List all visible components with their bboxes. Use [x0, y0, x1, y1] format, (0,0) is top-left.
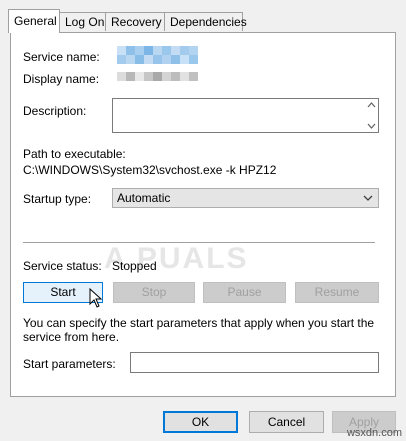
startup-type-label: Startup type:	[23, 192, 92, 206]
description-label: Description:	[23, 104, 87, 118]
start-parameters-help-text: You can specify the start parameters tha…	[23, 316, 375, 344]
stop-button[interactable]: Stop	[113, 282, 195, 303]
startup-type-value: Automatic	[117, 191, 171, 205]
site-watermark: wsxdn.com	[346, 427, 402, 439]
description-textbox[interactable]	[112, 98, 379, 133]
display-name-label: Display name:	[23, 72, 100, 86]
separator	[23, 242, 375, 243]
mouse-pointer-icon	[89, 288, 103, 308]
startup-type-dropdown[interactable]: Automatic	[112, 188, 379, 208]
tab-recovery[interactable]: Recovery	[105, 12, 165, 31]
path-to-executable-label: Path to executable:	[23, 147, 126, 161]
service-name-value-redacted	[117, 46, 198, 64]
service-status-value: Stopped	[112, 259, 157, 273]
general-tab-panel: Service name: Display name: Description:…	[10, 32, 396, 397]
display-name-value-redacted	[117, 72, 198, 81]
chevron-down-icon[interactable]	[362, 192, 374, 204]
tab-log-on[interactable]: Log On	[59, 12, 106, 31]
start-parameters-input[interactable]	[130, 352, 379, 373]
service-name-label: Service name:	[23, 50, 100, 64]
tab-general[interactable]: General	[8, 9, 60, 33]
tab-dependencies[interactable]: Dependencies	[164, 12, 247, 31]
scroll-up-icon[interactable]	[367, 101, 376, 109]
path-to-executable-value: C:\WINDOWS\System32\svchost.exe -k HPZ12	[23, 163, 277, 177]
cancel-button[interactable]: Cancel	[249, 411, 324, 433]
pause-button[interactable]: Pause	[203, 282, 286, 303]
service-status-label: Service status:	[23, 259, 102, 273]
start-parameters-label: Start parameters:	[23, 357, 116, 371]
resume-button[interactable]: Resume	[295, 282, 379, 303]
tab-strip: General Log On Recovery Dependencies	[0, 0, 406, 33]
scroll-down-icon[interactable]	[367, 122, 376, 130]
ok-button[interactable]: OK	[163, 411, 238, 433]
